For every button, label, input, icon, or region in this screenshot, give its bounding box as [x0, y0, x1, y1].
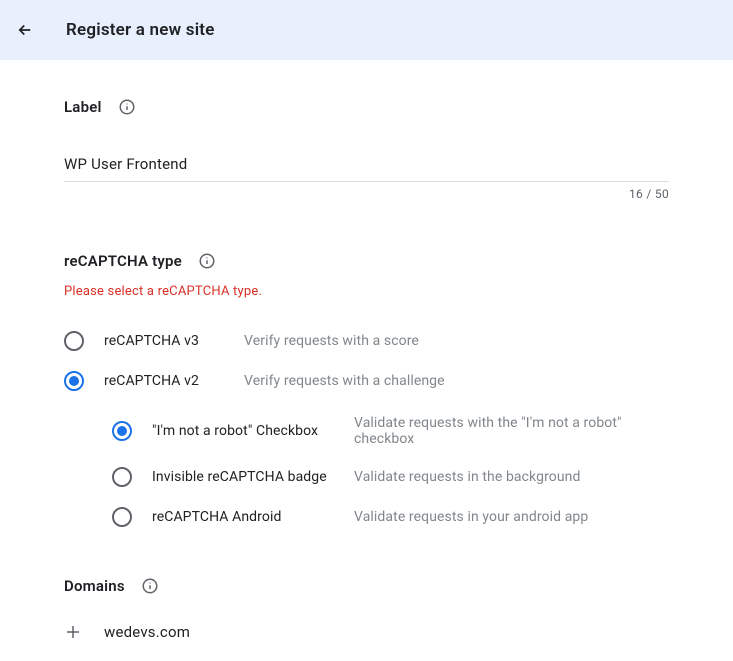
- page-header: Register a new site: [0, 0, 733, 60]
- label-char-count: 16 / 50: [629, 187, 669, 201]
- label-input[interactable]: [64, 155, 669, 173]
- v2-sub-radio-list: "I'm not a robot" Checkbox Validate requ…: [112, 405, 669, 537]
- radio-label: "I'm not a robot" Checkbox: [152, 423, 336, 439]
- info-icon[interactable]: [141, 577, 159, 595]
- form-content: Label 16 / 50 reCAPTCHA type Please sele…: [0, 60, 733, 661]
- radio-not-robot-checkbox[interactable]: "I'm not a robot" Checkbox Validate requ…: [112, 405, 669, 457]
- back-arrow-icon[interactable]: [16, 21, 34, 39]
- label-heading: Label: [64, 98, 102, 116]
- radio-recaptcha-v2[interactable]: reCAPTCHA v2 Verify requests with a chal…: [64, 361, 669, 401]
- domains-heading: Domains: [64, 577, 125, 595]
- recaptcha-type-section: reCAPTCHA type Please select a reCAPTCHA…: [64, 252, 669, 537]
- radio-button-icon: [64, 371, 84, 391]
- domain-add-row[interactable]: wedevs.com: [64, 623, 669, 641]
- radio-button-icon: [112, 421, 132, 441]
- type-section-header: reCAPTCHA type: [64, 252, 669, 270]
- radio-button-icon: [112, 507, 132, 527]
- radio-desc: Verify requests with a challenge: [244, 373, 445, 389]
- info-icon[interactable]: [198, 252, 216, 270]
- radio-button-icon: [64, 331, 84, 351]
- radio-label: reCAPTCHA v3: [104, 333, 214, 349]
- radio-desc: Validate requests in the background: [354, 469, 581, 485]
- domain-item-text: wedevs.com: [104, 623, 190, 641]
- radio-desc: Validate requests in your android app: [354, 509, 588, 525]
- radio-invisible-badge[interactable]: Invisible reCAPTCHA badge Validate reque…: [112, 457, 669, 497]
- radio-desc: Validate requests with the "I'm not a ro…: [354, 415, 669, 447]
- radio-button-icon: [112, 467, 132, 487]
- radio-label: reCAPTCHA v2: [104, 373, 214, 389]
- radio-recaptcha-android[interactable]: reCAPTCHA Android Validate requests in y…: [112, 497, 669, 537]
- radio-label: reCAPTCHA Android: [152, 509, 336, 525]
- radio-recaptcha-v3[interactable]: reCAPTCHA v3 Verify requests with a scor…: [64, 321, 669, 361]
- plus-icon: [64, 623, 82, 641]
- page-title: Register a new site: [66, 20, 215, 40]
- type-error-text: Please select a reCAPTCHA type.: [64, 284, 669, 299]
- domains-section-header: Domains: [64, 577, 669, 595]
- info-icon[interactable]: [118, 98, 136, 116]
- type-radio-list: reCAPTCHA v3 Verify requests with a scor…: [64, 321, 669, 537]
- domains-section: Domains wedevs.com: [64, 577, 669, 641]
- label-section-header: Label: [64, 98, 669, 116]
- radio-desc: Verify requests with a score: [244, 333, 419, 349]
- label-input-wrap: 16 / 50: [64, 154, 669, 182]
- radio-label: Invisible reCAPTCHA badge: [152, 469, 336, 485]
- type-heading: reCAPTCHA type: [64, 252, 182, 270]
